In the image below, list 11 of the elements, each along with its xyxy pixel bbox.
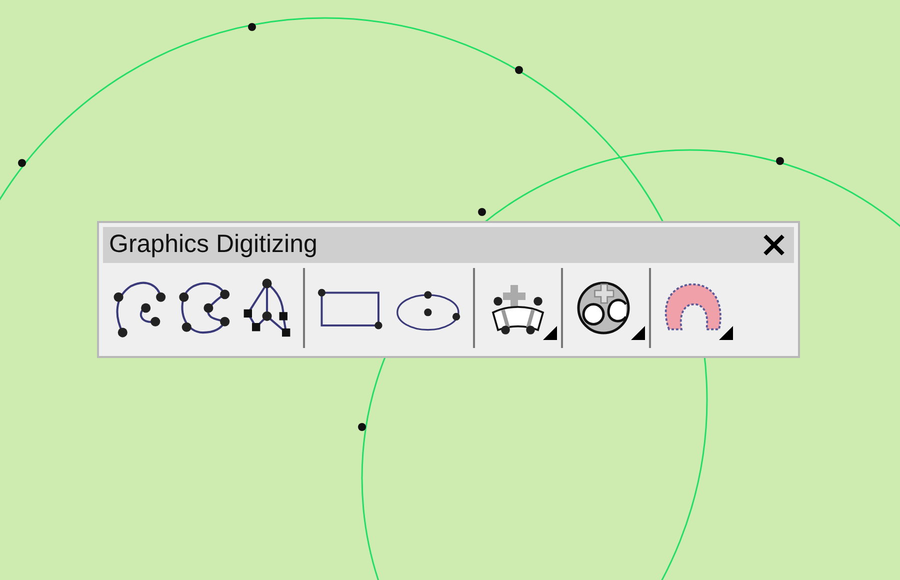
vertex-point [248,23,256,31]
vertex-point [478,208,486,216]
close-icon[interactable] [762,233,786,257]
vertex-point [515,66,523,74]
vertex-point [18,159,26,167]
vertex-point [358,423,366,431]
dropdown-corner-icon [719,326,733,340]
dropdown-corner-icon [631,326,645,340]
toolbar-title: Graphics Digitizing [109,229,318,260]
dropdown-corner-icon [543,326,557,340]
vertex-point [776,157,784,165]
